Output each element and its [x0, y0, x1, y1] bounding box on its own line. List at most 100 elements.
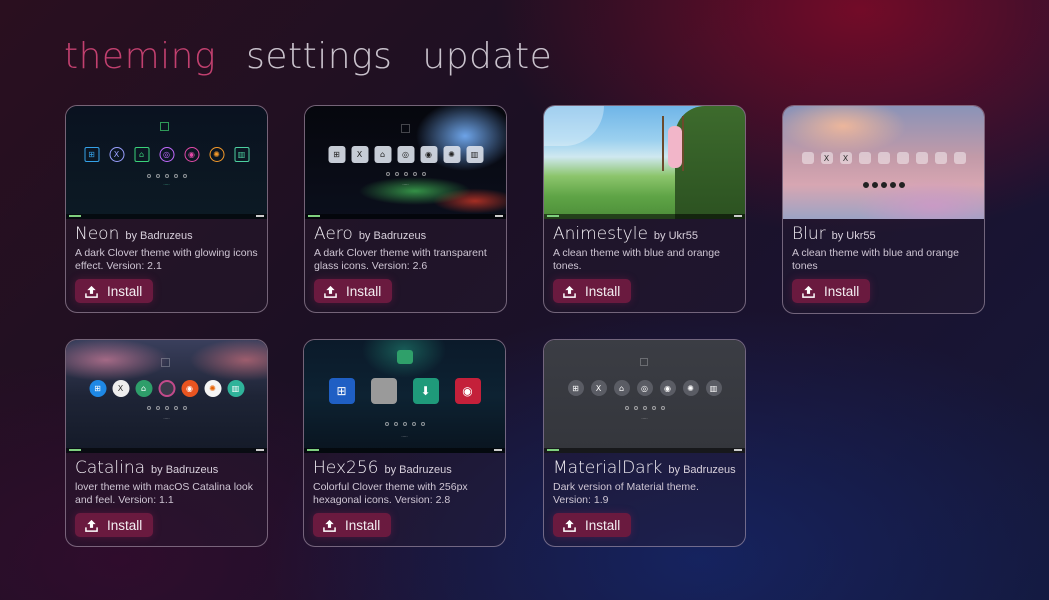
recovery-icon: ⌂: [613, 380, 630, 396]
apple-icon-6: [953, 152, 966, 164]
install-label: Install: [824, 283, 860, 299]
theme-name: Aero: [314, 224, 353, 244]
boot-icons-row: X X: [801, 152, 966, 164]
theme-author: by Badruzeus: [125, 230, 193, 242]
boot-disk-icon: ◎: [159, 147, 174, 162]
tab-update[interactable]: update: [422, 36, 552, 77]
theme-card-aero[interactable]: ⊞ X ⌂ ◎ ◉ ✺ ▥ ····· Aero by Badruzeus A …: [304, 105, 507, 313]
theme-card-hex256[interactable]: ⊞ ⬇ ◉ ····· Hex256 by Badruzeus Colorful…: [303, 339, 506, 547]
tree-shape: [675, 106, 745, 219]
boot-icons-row: ⊞ X ⌂ ◉ ✺ ▥: [89, 380, 244, 397]
clover-logo-icon: [401, 124, 410, 133]
install-button[interactable]: Install: [792, 279, 871, 303]
macos-icon: X: [109, 147, 124, 162]
upload-icon: [323, 519, 336, 532]
tab-theming[interactable]: theming: [64, 36, 216, 77]
firefox-icon: ✺: [682, 380, 699, 396]
apple-icon-2: [877, 152, 890, 164]
upload-icon: [85, 285, 98, 298]
theme-card-animestyle[interactable]: Animestyle by Ukr55 A clean theme with b…: [543, 105, 746, 313]
theme-author: by Ukr55: [653, 230, 698, 242]
install-label: Install: [345, 517, 381, 533]
mint-icon: ▥: [705, 380, 722, 396]
apple-icon-3: [896, 152, 909, 164]
apple-icon-5: [934, 152, 947, 164]
boot-label: ·····: [163, 416, 170, 421]
tab-settings[interactable]: settings: [246, 36, 392, 77]
install-button[interactable]: Install: [75, 513, 154, 537]
theme-description: A clean theme with blue and orange tones: [792, 247, 959, 272]
theme-description: A dark Clover theme with glowing icons e…: [75, 247, 258, 272]
boot-disk-icon: ◎: [397, 146, 414, 163]
theme-preview-image: [544, 106, 745, 219]
theme-author: by Badruzeus: [151, 464, 219, 476]
install-button[interactable]: Install: [314, 279, 393, 303]
recovery-icon: ⌂: [135, 380, 152, 397]
upload-icon: [324, 285, 337, 298]
install-label: Install: [585, 283, 621, 299]
theme-card-materialdark[interactable]: ⊞ X ⌂ ◎ ◉ ✺ ▥ ····· MaterialDark by Badr…: [543, 339, 746, 547]
mint-icon: ▥: [234, 147, 249, 162]
recovery-icon: ⌂: [374, 146, 391, 163]
theme-description: A dark Clover theme with transparent gla…: [314, 247, 487, 272]
status-bar: [66, 214, 267, 219]
firefox-icon: ✺: [204, 380, 221, 397]
install-button[interactable]: Install: [313, 513, 392, 537]
boot-icons-row: ⊞ ⬇ ◉: [328, 378, 481, 404]
status-bar: [66, 448, 267, 453]
theme-author: by Badruzeus: [358, 230, 427, 242]
theme-author: by Badruzeus: [384, 464, 452, 476]
install-button[interactable]: Install: [553, 279, 632, 303]
boot-icons-row: ⊞ X ⌂ ◎ ◉ ✺ ▥: [567, 380, 722, 396]
theme-grid: ⊞ X ⌂ ◎ ◉ ✺ ▥ ····· Neon by Badruzeus A …: [65, 105, 995, 555]
theme-name: Catalina: [75, 458, 146, 478]
recovery-icon: ⌂: [134, 147, 149, 162]
status-bar: [304, 448, 505, 453]
windows-icon: ⊞: [567, 380, 584, 396]
theme-preview-image: X X: [783, 106, 984, 219]
theme-preview-image: ⊞ X ⌂ ◎ ◉ ✺ ▥ ·····: [66, 106, 267, 219]
clover-logo-icon: [397, 350, 413, 364]
upload-icon: [563, 519, 576, 532]
mint-icon: ▥: [227, 380, 244, 397]
upload-icon: [85, 519, 98, 532]
apple-icon-4: [915, 152, 928, 164]
boot-label: ·····: [163, 182, 170, 187]
theme-author: by Badruzeus: [668, 464, 736, 476]
install-label: Install: [107, 517, 143, 533]
upload-icon: [802, 285, 815, 298]
tool-icons-row: [146, 406, 187, 410]
install-label: Install: [107, 283, 143, 299]
theme-description: Colorful Clover theme with 256px hexagon…: [313, 481, 468, 506]
theme-name: Blur: [792, 224, 826, 244]
upload-icon: [563, 285, 576, 298]
macos-icon-2: X: [839, 152, 852, 164]
theme-card-neon[interactable]: ⊞ X ⌂ ◎ ◉ ✺ ▥ ····· Neon by Badruzeus A …: [65, 105, 268, 313]
apple-icon: [858, 152, 871, 164]
macos-icon: X: [820, 152, 833, 164]
windows-icon: ⊞: [89, 380, 106, 397]
recovery-icon: ⬇: [412, 378, 439, 404]
ubuntu-icon: ◉: [181, 380, 198, 397]
theme-preview-image: ⊞ X ⌂ ◉ ✺ ▥ ·····: [66, 340, 267, 453]
theme-card-catalina[interactable]: ⊞ X ⌂ ◉ ✺ ▥ ····· Catalina by Badruzeus …: [65, 339, 268, 547]
theme-card-blur[interactable]: X X Blur by Ukr55 A clean theme with blu…: [782, 105, 985, 314]
mint-icon: ▥: [466, 146, 483, 163]
theme-preview-image: ⊞ X ⌂ ◎ ◉ ✺ ▥ ·····: [544, 340, 745, 453]
install-button[interactable]: Install: [75, 279, 154, 303]
theme-name: MaterialDark: [553, 458, 663, 478]
windows-icon: ⊞: [328, 146, 345, 163]
install-label: Install: [585, 517, 621, 533]
macos-icon: X: [351, 146, 368, 163]
status-bar: [544, 448, 745, 453]
tool-icons-row: [146, 174, 187, 178]
tool-icons-row: [384, 422, 425, 426]
ubuntu-icon: ◉: [659, 380, 676, 396]
tab-bar: theming settings update: [64, 36, 552, 77]
tool-icons-row: [624, 406, 665, 410]
install-button[interactable]: Install: [553, 513, 632, 537]
install-label: Install: [346, 283, 382, 299]
theme-preview-image: ⊞ X ⌂ ◎ ◉ ✺ ▥ ·····: [305, 106, 506, 219]
ubuntu-icon: ◉: [420, 146, 437, 163]
theme-name: Hex256: [313, 458, 379, 478]
